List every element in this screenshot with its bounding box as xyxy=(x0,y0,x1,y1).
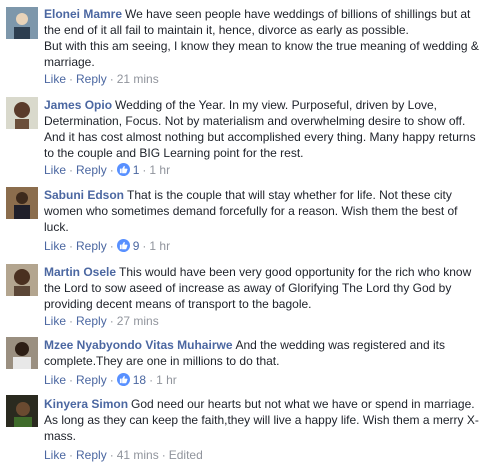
comment-author[interactable]: Martin Osele xyxy=(44,265,116,279)
reply-button[interactable]: Reply xyxy=(76,72,107,86)
comment-author[interactable]: Mzee Nyabyondo Vitas Muhairwe xyxy=(44,338,233,352)
separator: · xyxy=(69,239,74,253)
separator: · xyxy=(109,239,114,253)
comment-actions: Like · Reply · 21 mins xyxy=(44,71,159,87)
comment-body: James Opio Wedding of the Year. In my vie… xyxy=(44,97,484,161)
separator: · xyxy=(109,373,114,387)
comment-actions: Like · Reply · 41 mins · Edited xyxy=(44,447,203,463)
comment-body: Sabuni Edson That is the couple that will… xyxy=(44,187,484,235)
reply-button[interactable]: Reply xyxy=(76,239,107,253)
likes-count: 9 xyxy=(132,239,140,253)
thumbs-up-icon xyxy=(116,373,130,386)
separator: · xyxy=(161,448,166,462)
comment-author[interactable]: Elonei Mamre xyxy=(44,7,122,21)
comment-actions: Like · Reply · 9 · 1 hr xyxy=(44,238,170,254)
likes-count: 18 xyxy=(132,373,147,387)
comment-body: Elonei Mamre We have seen people have wed… xyxy=(44,6,484,70)
thumbs-up-icon xyxy=(116,239,130,252)
separator: · xyxy=(149,373,154,387)
separator: · xyxy=(69,163,74,177)
timestamp[interactable]: 27 mins xyxy=(117,314,159,328)
like-button[interactable]: Like xyxy=(44,448,66,462)
like-button[interactable]: Like xyxy=(44,163,66,177)
comment-body: Kinyera Simon God need our hearts but not… xyxy=(44,396,484,444)
avatar[interactable] xyxy=(6,395,38,427)
separator: · xyxy=(69,314,74,328)
avatar[interactable] xyxy=(6,337,38,369)
avatar[interactable] xyxy=(6,7,38,39)
comment-actions: Like · Reply · 18 · 1 hr xyxy=(44,372,177,388)
comment-author[interactable]: Sabuni Edson xyxy=(44,188,124,202)
like-count[interactable]: 9 xyxy=(116,239,140,253)
comment-text-continued: But with this am seeing, I know they mea… xyxy=(44,39,479,69)
avatar[interactable] xyxy=(6,97,38,129)
comment-author[interactable]: Kinyera Simon xyxy=(44,397,128,411)
like-count[interactable]: 18 xyxy=(116,373,147,387)
comment-actions: Like · Reply · 1 · 1 hr xyxy=(44,162,170,178)
timestamp[interactable]: 1 hr xyxy=(149,239,170,253)
timestamp[interactable]: 41 mins xyxy=(117,448,159,462)
reply-button[interactable]: Reply xyxy=(76,163,107,177)
comment-body: Martin Osele This would have been very go… xyxy=(44,264,484,312)
like-button[interactable]: Like xyxy=(44,373,66,387)
avatar[interactable] xyxy=(6,187,38,219)
like-button[interactable]: Like xyxy=(44,314,66,328)
separator: · xyxy=(69,373,74,387)
timestamp[interactable]: 1 hr xyxy=(149,163,170,177)
separator: · xyxy=(109,448,114,462)
like-button[interactable]: Like xyxy=(44,72,66,86)
timestamp[interactable]: 1 hr xyxy=(156,373,177,387)
comment-author[interactable]: James Opio xyxy=(44,98,112,112)
separator: · xyxy=(142,239,147,253)
separator: · xyxy=(109,72,114,86)
separator: · xyxy=(142,163,147,177)
timestamp[interactable]: 21 mins xyxy=(117,72,159,86)
thumbs-up-icon xyxy=(116,163,130,176)
separator: · xyxy=(69,448,74,462)
avatar[interactable] xyxy=(6,264,38,296)
likes-count: 1 xyxy=(132,163,140,177)
separator: · xyxy=(69,72,74,86)
separator: · xyxy=(109,314,114,328)
reply-button[interactable]: Reply xyxy=(76,314,107,328)
separator: · xyxy=(109,163,114,177)
like-button[interactable]: Like xyxy=(44,239,66,253)
comment-actions: Like · Reply · 27 mins xyxy=(44,313,159,329)
comment-body: Mzee Nyabyondo Vitas Muhairwe And the wed… xyxy=(44,337,484,369)
edited-label[interactable]: Edited xyxy=(169,448,203,462)
reply-button[interactable]: Reply xyxy=(76,373,107,387)
like-count[interactable]: 1 xyxy=(116,163,140,177)
reply-button[interactable]: Reply xyxy=(76,448,107,462)
